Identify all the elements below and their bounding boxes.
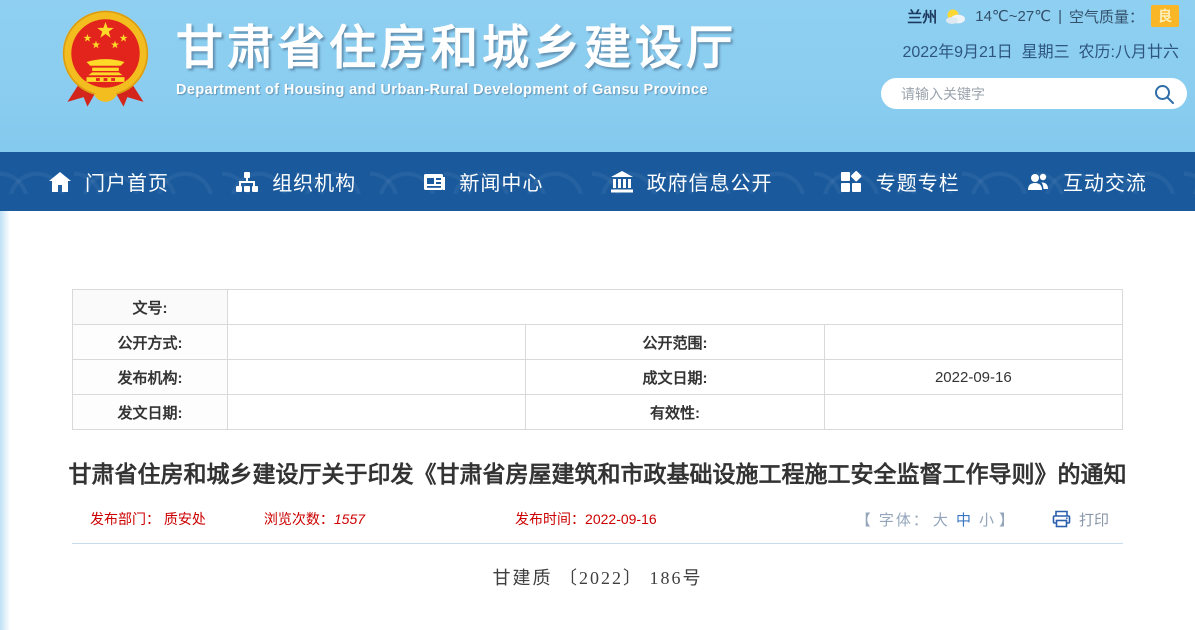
nav-item-gov-info[interactable]: 政府信息公开 (610, 167, 773, 196)
org-chart-icon (235, 170, 259, 194)
search-box[interactable] (881, 78, 1187, 109)
publish-department-label: 发布部门： (90, 511, 164, 527)
air-quality-badge: 良 (1151, 5, 1179, 27)
left-edge-shadow (0, 211, 10, 630)
publish-department-value: 质安处 (164, 511, 206, 527)
view-count-label: 浏览次数： (264, 511, 334, 527)
nav-item-label: 组织机构 (272, 167, 356, 196)
printer-icon (1052, 510, 1071, 528)
gov-building-icon (610, 170, 634, 194)
date-line: 2022年9月21日 星期三 农历:八月廿六 (902, 38, 1179, 62)
weather-line: 兰州 14℃~27℃ | 空气质量： 良 (902, 4, 1179, 28)
meta-value-doc-number (228, 290, 1123, 325)
table-row: 发布机构: 成文日期: 2022-09-16 (73, 360, 1123, 395)
nav-item-organization[interactable]: 组织机构 (235, 167, 356, 196)
font-size-small-button[interactable]: 小 (979, 512, 996, 529)
meta-label-written-date: 成文日期: (526, 360, 824, 395)
publish-department: 发布部门： 质安处 (90, 509, 206, 529)
air-quality-label: 空气质量： (1069, 6, 1144, 27)
meta-value-written-date: 2022-09-16 (824, 360, 1122, 395)
section-divider (72, 543, 1123, 544)
meta-label-open-method: 公开方式: (73, 325, 228, 360)
document-meta-table: 文号: 公开方式: 公开范围: 发布机构: 成文日期: 2022-09-16 发… (72, 289, 1123, 430)
newspaper-icon (422, 170, 446, 194)
national-emblem-logo (58, 7, 153, 115)
nav-item-interaction[interactable]: 互动交流 (1026, 167, 1147, 196)
meta-label-validity: 有效性: (526, 395, 824, 430)
article-page: 文号: 公开方式: 公开范围: 发布机构: 成文日期: 2022-09-16 发… (0, 211, 1195, 630)
print-button-label: 打印 (1079, 509, 1109, 530)
font-chooser-open-bracket: 【 字体： (856, 512, 930, 529)
site-banner: 甘肃省住房和城乡建设厅 Department of Housing and Ur… (0, 0, 1195, 152)
sun-cloud-icon (944, 8, 968, 25)
view-count: 浏览次数：1557 (264, 509, 365, 529)
meta-value-issuing-agency (228, 360, 526, 395)
search-icon[interactable] (1153, 83, 1175, 105)
meta-value-open-method (228, 325, 526, 360)
meta-label-open-scope: 公开范围: (526, 325, 824, 360)
table-row: 文号: (73, 290, 1123, 325)
topbar: 兰州 14℃~27℃ | 空气质量： 良 2022年9月21日 星期三 农历:八… (902, 4, 1179, 62)
nav-item-label: 新闻中心 (459, 167, 543, 196)
nav-item-label: 门户首页 (85, 167, 169, 196)
table-row: 公开方式: 公开范围: (73, 325, 1123, 360)
city-label: 兰州 (907, 6, 937, 27)
font-size-chooser: 【 字体：大中小】 (856, 509, 1016, 530)
site-title: 甘肃省住房和城乡建设厅 (176, 18, 737, 78)
meta-value-issue-date (228, 395, 526, 430)
meta-value-validity (824, 395, 1122, 430)
article-info-row: 发布部门： 质安处 浏览次数：1557 发布时间：2022-09-16 【 字体… (72, 508, 1123, 530)
topics-grid-icon (839, 170, 863, 194)
official-doc-number: 甘建质 〔2022〕 186号 (0, 564, 1195, 590)
people-icon (1026, 170, 1050, 194)
print-button[interactable]: 打印 (1052, 509, 1109, 530)
nav-item-topics[interactable]: 专题专栏 (839, 167, 960, 196)
meta-label-doc-number: 文号: (73, 290, 228, 325)
meta-value-open-scope (824, 325, 1122, 360)
nav-item-news[interactable]: 新闻中心 (422, 167, 543, 196)
nav-item-home[interactable]: 门户首页 (48, 167, 169, 196)
temperature: 14℃~27℃ (975, 7, 1051, 25)
nav-item-label: 专题专栏 (876, 167, 960, 196)
article-title: 甘肃省住房和城乡建设厅关于印发《甘肃省房屋建筑和市政基础设施工程施工安全监督工作… (68, 455, 1128, 493)
font-size-large-button[interactable]: 大 (933, 512, 950, 529)
publish-time: 发布时间：2022-09-16 (515, 509, 657, 529)
site-subtitle: Department of Housing and Urban-Rural De… (176, 82, 737, 98)
separator: | (1058, 8, 1062, 25)
font-chooser-close-bracket: 】 (999, 512, 1016, 529)
table-row: 发文日期: 有效性: (73, 395, 1123, 430)
publish-time-label: 发布时间： (515, 511, 585, 527)
view-count-value: 1557 (334, 511, 365, 527)
meta-label-issue-date: 发文日期: (73, 395, 228, 430)
main-nav: 门户首页 组织机构 新闻中心 政府信息公开 专题专栏 互动交流 (0, 152, 1195, 211)
meta-label-issuing-agency: 发布机构: (73, 360, 228, 395)
home-icon (48, 170, 72, 194)
nav-item-label: 互动交流 (1063, 167, 1147, 196)
font-size-medium-button[interactable]: 中 (956, 512, 973, 529)
search-input[interactable] (901, 86, 1153, 102)
publish-time-value: 2022-09-16 (585, 511, 657, 527)
nav-item-label: 政府信息公开 (647, 167, 773, 196)
